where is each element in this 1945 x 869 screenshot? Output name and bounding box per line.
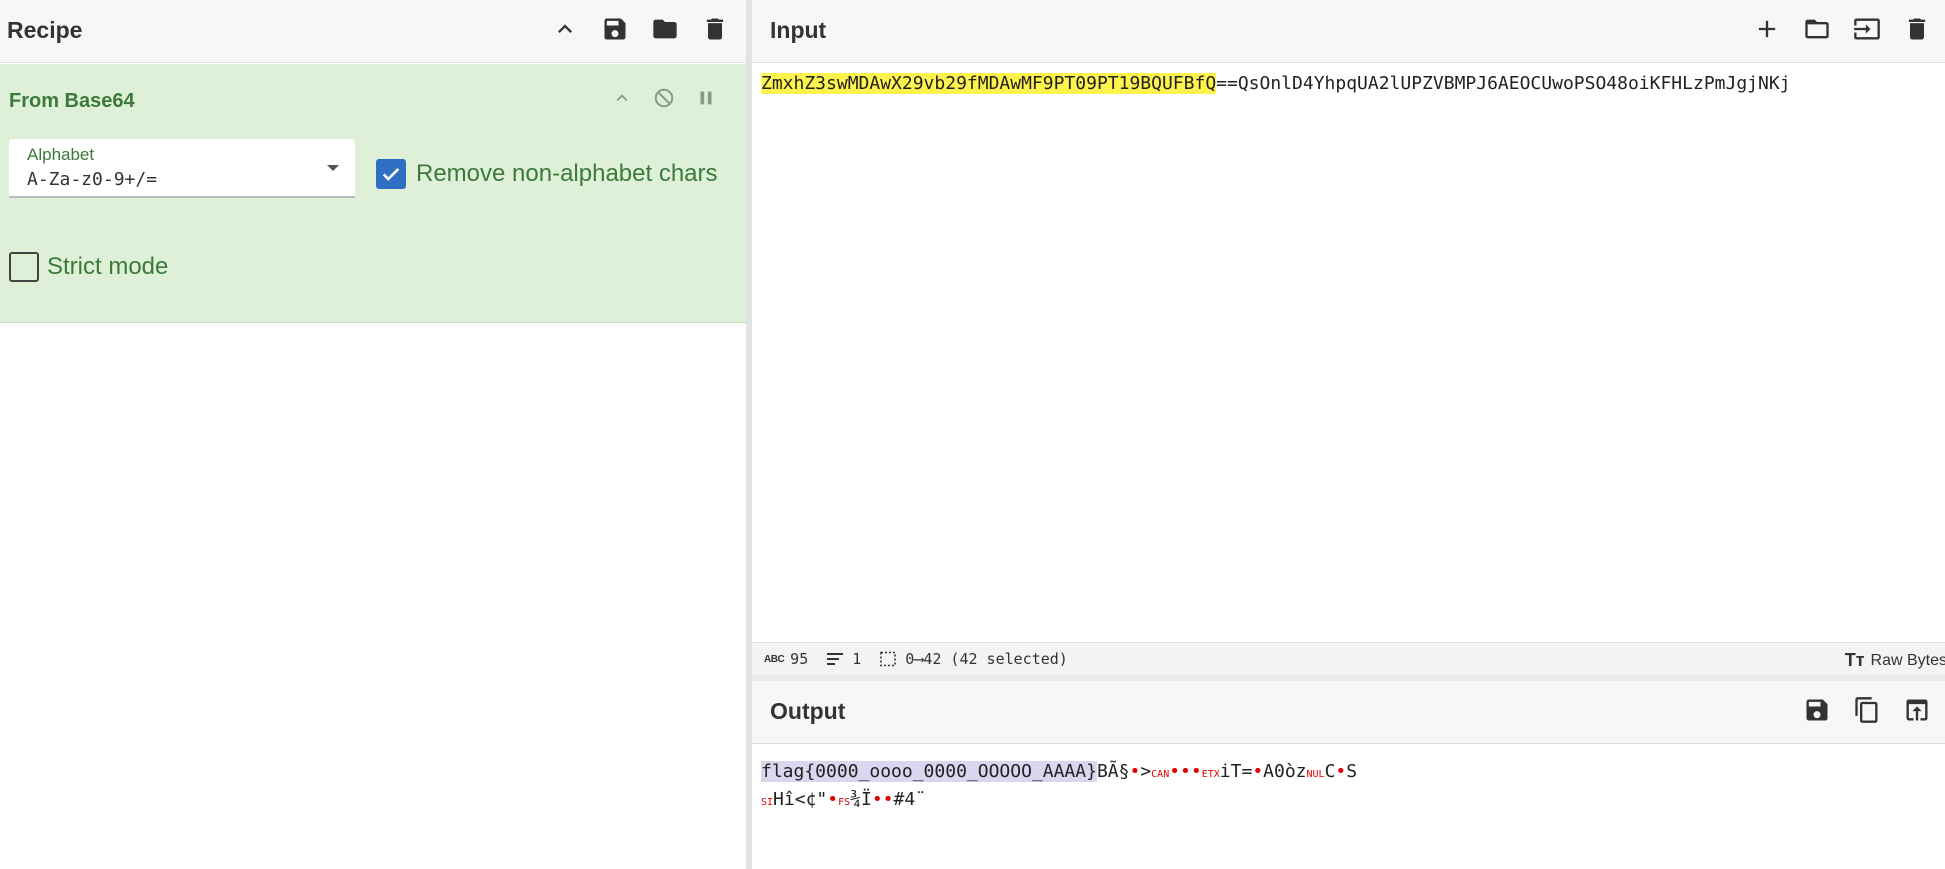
trash-icon[interactable] xyxy=(1898,10,1936,48)
output-text-segment: > xyxy=(1140,761,1152,782)
plus-icon[interactable] xyxy=(1748,10,1786,48)
abc-icon: ABC xyxy=(764,653,785,665)
output-selection: flag{0000_oooo_0000_OOOOO_AAAA} xyxy=(761,761,1097,782)
remove-non-alphabet-option[interactable]: Remove non-alphabet chars xyxy=(376,159,718,189)
output-text-segment: C xyxy=(1324,761,1336,782)
control-char-label: NUL xyxy=(1306,769,1325,780)
length-value: 95 xyxy=(790,650,809,668)
input-selection: ZmxhZ3swMDAwX29vb29fMDAwMF9PT09PT19BQUFB… xyxy=(761,73,1217,94)
input-title: Input xyxy=(770,17,827,43)
output-text-segment: iT= xyxy=(1219,761,1253,782)
control-char-label: ETX xyxy=(1201,769,1220,780)
output-text-segment: Hî<¢" xyxy=(773,789,828,810)
pause-icon[interactable] xyxy=(692,84,720,112)
output-text-segment: ¾Ï xyxy=(850,789,872,810)
save-icon[interactable] xyxy=(1798,691,1836,729)
output-header: Output xyxy=(752,681,1945,744)
unprintable-char: • xyxy=(1252,761,1264,782)
trash-icon[interactable] xyxy=(696,10,734,48)
encoding-selector[interactable]: Tт Raw Bytes xyxy=(1845,650,1945,671)
recipe-pane: Recipe From Base64 Alphabet A-Za-z0-9+/=… xyxy=(0,0,746,869)
replace-input-icon[interactable] xyxy=(1898,691,1936,729)
length-stat: ABC 95 xyxy=(764,650,808,668)
output-text-segment: #4¨ xyxy=(893,789,927,810)
strict-mode-checkbox[interactable] xyxy=(9,252,39,282)
recipe-header-icons xyxy=(546,10,734,48)
selection-value: 0⟶42 (42 selected) xyxy=(905,650,1068,668)
output-text-segment: A0òz xyxy=(1263,761,1307,782)
control-char-label: FS xyxy=(838,797,851,808)
strict-mode-option[interactable]: Strict mode xyxy=(9,252,168,282)
recipe-header: Recipe xyxy=(0,0,746,63)
remove-non-alphabet-checkbox[interactable] xyxy=(376,159,406,189)
control-char-label: CAN xyxy=(1151,769,1170,780)
output-header-icons xyxy=(1798,691,1936,729)
unprintable-char: ••• xyxy=(1169,761,1202,782)
disable-icon[interactable] xyxy=(650,84,678,112)
output-text-segment: BÃ§ xyxy=(1096,761,1130,782)
encoding-value: Raw Bytes xyxy=(1870,651,1945,669)
folder-icon[interactable] xyxy=(646,10,684,48)
output-pane: Output flag{0000_oooo_0000_OOOOO_AAAA}BÃ… xyxy=(752,681,1945,869)
alphabet-value: A-Za-z0-9+/= xyxy=(27,169,158,190)
selection-icon xyxy=(880,651,897,667)
folder-icon[interactable] xyxy=(1798,10,1836,48)
output-line-1[interactable]: flag{0000_oooo_0000_OOOOO_AAAA}BÃ§•>CAN•… xyxy=(761,761,1357,782)
input-header-icons xyxy=(1748,10,1936,48)
from-base64-operation: From Base64 Alphabet A-Za-z0-9+/= Remove… xyxy=(0,64,746,323)
strict-mode-label: Strict mode xyxy=(47,253,169,280)
unprintable-char: • xyxy=(1335,761,1347,782)
unprintable-char: • xyxy=(827,789,839,810)
chevron-up-icon[interactable] xyxy=(546,10,584,48)
import-icon[interactable] xyxy=(1848,10,1886,48)
input-rest: ==QsOnlD4YhpqUA2lUPZVBMPJ6AEOCUwoPSO48oi… xyxy=(1216,73,1791,94)
save-icon[interactable] xyxy=(596,10,634,48)
copy-icon[interactable] xyxy=(1848,691,1886,729)
chevron-up-icon[interactable] xyxy=(608,84,636,112)
checkmark-icon xyxy=(382,168,400,181)
input-textarea[interactable]: ZmxhZ3swMDAwX29vb29fMDAwMF9PT09PT19BQUFB… xyxy=(761,73,1791,94)
output-text-segment: S xyxy=(1346,761,1358,782)
operation-controls xyxy=(608,84,720,112)
cyberchef-app: Recipe From Base64 Alphabet A-Za-z0-9+/=… xyxy=(0,0,1945,869)
control-char-label: SI xyxy=(761,797,774,808)
alphabet-select[interactable]: Alphabet A-Za-z0-9+/= xyxy=(9,139,355,198)
caret-down-icon xyxy=(327,165,339,171)
lines-value: 1 xyxy=(852,650,862,668)
input-pane: Input ZmxhZ3swMDAwX29vb29fMDAwMF9PT09PT1… xyxy=(752,0,1945,675)
remove-non-alphabet-label: Remove non-alphabet chars xyxy=(416,160,718,187)
output-line-2[interactable]: SIHî<¢"•FS¾Ï••#4¨ xyxy=(761,789,926,810)
alphabet-label: Alphabet xyxy=(27,145,95,164)
output-line-1-rest: BÃ§•>CAN•••ETXiT=•A0òzNULC•S xyxy=(1097,761,1357,782)
unprintable-char: • xyxy=(1129,761,1141,782)
selection-stat: 0⟶42 (42 selected) xyxy=(879,650,1068,668)
lines-icon xyxy=(827,653,844,665)
operation-title: From Base64 xyxy=(9,90,135,112)
unprintable-char: •• xyxy=(871,789,894,810)
output-title: Output xyxy=(770,698,846,724)
input-status-bar: ABC 95 1 0⟶42 (42 selected) Tт Raw Bytes xyxy=(752,642,1945,675)
text-format-icon: Tт xyxy=(1844,650,1865,670)
recipe-title: Recipe xyxy=(7,17,83,43)
lines-stat: 1 xyxy=(826,650,861,668)
input-header: Input xyxy=(752,0,1945,63)
